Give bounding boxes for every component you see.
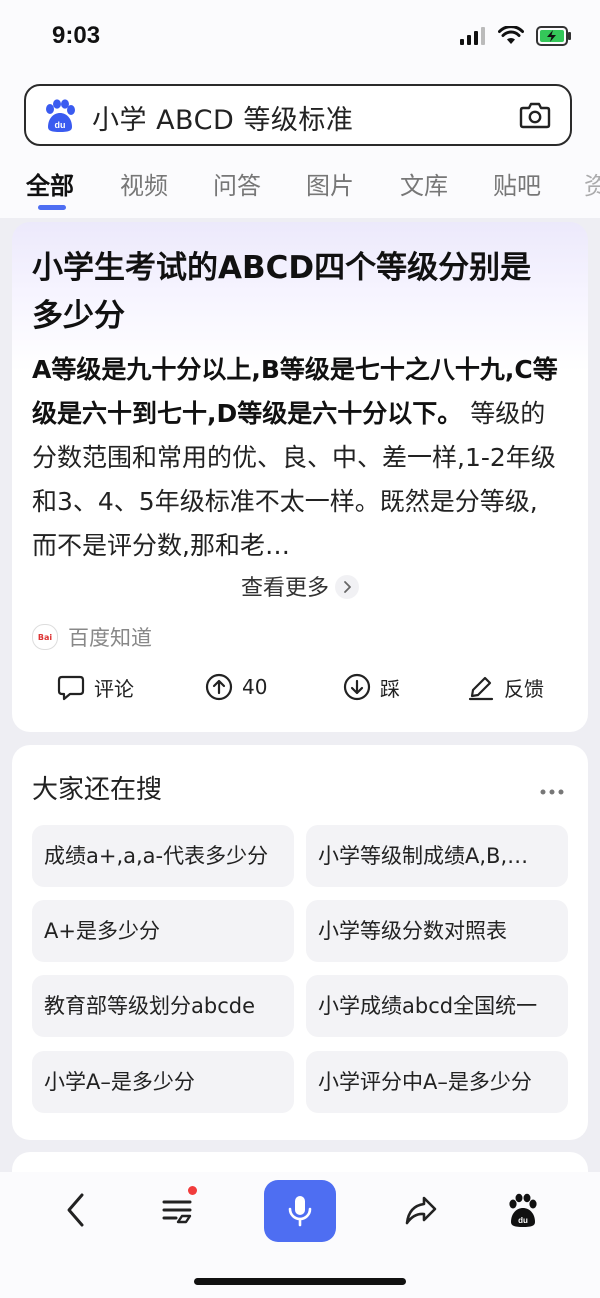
share-icon[interactable] [402,1190,440,1234]
upvote-button[interactable]: 40 [204,672,267,702]
related-item[interactable]: 教育部等级划分abcde [32,975,294,1037]
search-query[interactable]: 小学 ABCD 等级标准 [92,98,353,137]
comment-label: 评论 [94,676,134,701]
source-name: 百度知道 [68,626,152,650]
search-box[interactable]: du 小学 ABCD 等级标准 [24,84,572,146]
tab-qa[interactable]: 问答 [213,166,261,201]
svg-text:du: du [518,1216,528,1225]
back-icon[interactable] [62,1190,90,1234]
downvote-label: 踩 [380,676,400,701]
baidu-home-icon[interactable]: du [506,1190,540,1234]
status-time: 9:03 [52,22,101,49]
answer-title[interactable]: 小学生考试的ABCD四个等级分别是多少分 [32,244,562,340]
microphone-icon [288,1196,312,1227]
home-indicator [194,1278,406,1285]
status-bar: 9:03 [0,0,600,76]
cellular-signal-icon [460,27,485,45]
answer-body: A等级是九十分以上,B等级是七十之八十九,C等级是六十到七十,D等级是六十分以下… [32,348,562,568]
more-options-icon[interactable] [540,781,564,800]
tab-images[interactable]: 图片 [306,166,354,201]
related-item[interactable]: 小学成绩abcd全国统一 [306,975,568,1037]
related-item[interactable]: A+是多少分 [32,900,294,962]
camera-icon[interactable] [518,98,552,136]
related-item[interactable]: 小学等级制成绩A,B,… [306,825,568,887]
arrow-down-circle-icon [343,673,371,701]
see-more-label: 查看更多 [240,576,329,601]
voice-search-button[interactable] [264,1180,336,1242]
tab-more-partial[interactable]: 资 [584,166,600,201]
tab-wenku[interactable]: 文库 [400,166,448,201]
active-tab-indicator [38,205,66,210]
comment-button[interactable]: 评论 [56,672,134,702]
answer-source[interactable]: Bai 百度知道 [32,622,152,652]
related-title: 大家还在搜 [32,775,163,805]
related-item[interactable]: 小学A–是多少分 [32,1051,294,1113]
downvote-button[interactable]: 踩 [342,672,400,702]
tab-all[interactable]: 全部 [26,166,74,201]
pencil-icon [468,676,494,701]
related-searches-card: 大家还在搜 成绩a+,a,a-代表多少分 小学等级制成绩A,B,… A+是多少分… [12,745,588,1140]
multitask-icon[interactable] [160,1186,197,1234]
tab-tieba[interactable]: 贴吧 [493,166,541,201]
feedback-button[interactable]: 反馈 [466,672,544,702]
battery-charging-icon [536,26,571,46]
related-item[interactable]: 小学评分中A–是多少分 [306,1051,568,1113]
arrow-up-circle-icon [205,673,233,701]
answer-card: 小学生考试的ABCD四个等级分别是多少分 A等级是九十分以上,B等级是七十之八十… [12,222,588,732]
tab-video[interactable]: 视频 [120,166,168,201]
status-icons [460,26,572,46]
see-more-button[interactable]: 查看更多 [12,570,588,602]
chevron-right-icon [335,575,359,599]
related-item[interactable]: 成绩a+,a,a-代表多少分 [32,825,294,887]
comment-icon [57,675,85,701]
baidu-zhidao-logo-icon: Bai [32,624,58,650]
feedback-label: 反馈 [504,676,544,701]
answer-actions: 评论 40 踩 反馈 [12,672,588,712]
notification-dot [188,1186,197,1195]
wifi-icon [498,26,524,44]
search-tabs: 全部 视频 问答 图片 文库 贴吧 资 [0,160,600,210]
upvote-count: 40 [242,675,268,699]
svg-text:du: du [55,120,66,130]
related-item[interactable]: 小学等级分数对照表 [306,900,568,962]
baidu-paw-icon: du [42,99,76,137]
